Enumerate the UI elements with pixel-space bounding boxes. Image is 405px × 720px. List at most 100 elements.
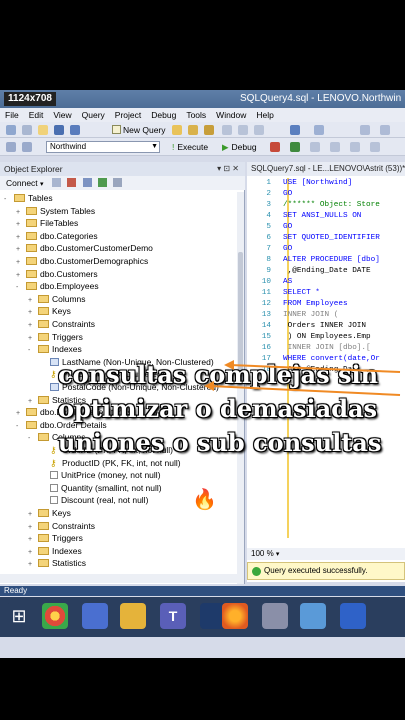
redo-icon[interactable] [314, 125, 324, 135]
menu-project[interactable]: Project [110, 108, 146, 122]
summary-icon[interactable] [113, 178, 123, 187]
code-line: 8 ALTER PROCEDURE [dbo] [247, 255, 405, 266]
menu-file[interactable]: File [0, 108, 24, 122]
code-text: GO [283, 190, 293, 198]
tree-node[interactable]: + Triggers [28, 331, 83, 343]
db-query-icon[interactable] [172, 125, 182, 135]
database-select[interactable]: Northwind ▼ [46, 141, 160, 153]
disconnect-icon[interactable] [51, 178, 61, 187]
menu-help[interactable]: Help [251, 108, 278, 122]
collapse-icon[interactable]: - [4, 194, 12, 206]
menu-debug[interactable]: Debug [146, 108, 181, 122]
expand-icon[interactable]: + [28, 559, 36, 571]
new-query-button[interactable]: New Query [112, 124, 166, 136]
stop-icon[interactable] [270, 142, 280, 152]
tree-node-label: Indexes [52, 545, 82, 556]
query-tab[interactable]: SQLQuery7.sql - LE...LENOVO\Astrit (53))… [247, 162, 405, 176]
tree-node[interactable]: + Keys [28, 305, 71, 317]
toolbar-overflow-icon[interactable] [380, 125, 390, 135]
save-all-icon[interactable] [70, 125, 80, 135]
debug-button[interactable]: ▶ Debug [222, 141, 257, 153]
app2-icon[interactable] [300, 603, 326, 629]
tree-node[interactable]: - Tables [4, 192, 53, 204]
line-number: 13 [261, 311, 271, 319]
connect-dropdown-icon[interactable]: ▾ [40, 181, 44, 188]
parse-icon[interactable] [290, 142, 300, 152]
stop-icon[interactable] [67, 178, 77, 187]
zoom-level[interactable]: 100 % ▾ [247, 548, 405, 560]
collapse-icon[interactable]: - [16, 282, 24, 294]
open-file-icon[interactable] [38, 125, 48, 135]
tree-node-label: Quantity (smallint, not null) [61, 482, 162, 493]
tree-node[interactable]: + Triggers [28, 532, 83, 544]
windows-start-icon[interactable]: ⊞ [6, 603, 32, 629]
tree-node[interactable]: + Constraints [28, 318, 95, 330]
display-plan-icon[interactable] [310, 142, 320, 152]
tree-node-label: UnitPrice (money, not null) [61, 470, 161, 481]
horizontal-scrollbar[interactable] [0, 574, 240, 583]
menu-query[interactable]: Query [77, 108, 110, 122]
menu-window[interactable]: Window [211, 108, 251, 122]
tree-node[interactable]: - Indexes [28, 343, 82, 355]
tree-node[interactable]: Quantity (smallint, not null) [40, 482, 162, 494]
folder-icon[interactable] [120, 603, 146, 629]
save-icon[interactable] [54, 125, 64, 135]
folder-icon [26, 231, 37, 240]
collapse-icon[interactable]: - [16, 421, 24, 433]
code-text: SET ANSI_NULLS ON [283, 212, 362, 220]
tree-node[interactable]: + Columns [28, 293, 86, 305]
tree-node-label: Indexes [52, 344, 82, 355]
success-icon [252, 567, 261, 576]
connect-button[interactable]: Connect [6, 178, 38, 188]
refresh-icon[interactable] [98, 178, 108, 187]
tree-node[interactable]: - dbo.Employees [16, 280, 99, 292]
code-line: 13 INNER JOIN ( [247, 310, 405, 321]
change-connection-icon[interactable] [22, 142, 32, 152]
execute-label: Execute [177, 142, 209, 152]
tree-node[interactable]: + Constraints [28, 520, 95, 532]
collapse-icon[interactable]: - [28, 345, 36, 357]
tree-node[interactable]: + System Tables [16, 205, 95, 217]
tree-node[interactable]: + dbo.Customers [16, 268, 98, 280]
tree-node[interactable]: + dbo.Categories [16, 230, 98, 242]
menu-tools[interactable]: Tools [181, 108, 211, 122]
tree-node[interactable]: + Keys [28, 507, 71, 519]
query-options-icon[interactable] [330, 142, 340, 152]
word-icon[interactable] [340, 603, 366, 629]
chrome-icon[interactable] [42, 603, 68, 629]
tree-node[interactable]: Discount (real, not null) [40, 494, 148, 506]
paste-icon[interactable] [254, 125, 264, 135]
tree-node[interactable]: + dbo.CustomerDemographics [16, 255, 148, 267]
comment-icon[interactable] [370, 142, 380, 152]
cut-icon[interactable] [222, 125, 232, 135]
execute-button[interactable]: ! Execute [172, 141, 208, 153]
filter-icon[interactable] [82, 178, 92, 187]
code-text: SELECT * [283, 289, 320, 297]
tree-node[interactable]: + FileTables [16, 217, 78, 229]
object-explorer-header: Object Explorer ▾ ⊡ ✕ [0, 162, 245, 176]
teams-icon[interactable]: T [160, 603, 186, 629]
copy-icon[interactable] [238, 125, 248, 135]
undo-icon[interactable] [290, 125, 300, 135]
ssms-icon[interactable] [262, 603, 288, 629]
new-project-icon[interactable] [22, 125, 32, 135]
tree-node[interactable]: + dbo.CustomerCustomerDemo [16, 242, 153, 254]
tree-node-label: dbo.Customers [40, 268, 98, 279]
back-icon[interactable] [6, 125, 16, 135]
connect-icon[interactable] [6, 142, 16, 152]
firefox-icon[interactable] [222, 603, 248, 629]
results-grid-icon[interactable] [350, 142, 360, 152]
menu-view[interactable]: View [48, 108, 76, 122]
collapse-icon[interactable]: - [28, 433, 36, 445]
panel-controls[interactable]: ▾ ⊡ ✕ [217, 162, 239, 176]
app-icon[interactable] [82, 603, 108, 629]
analysis-query-icon[interactable] [188, 125, 198, 135]
tree-node[interactable]: + Statistics [28, 557, 86, 569]
activity-monitor-icon[interactable] [360, 125, 370, 135]
code-line: 4 SET ANSI_NULLS ON [247, 211, 405, 222]
menu-edit[interactable]: Edit [24, 108, 49, 122]
mdx-query-icon[interactable] [204, 125, 214, 135]
fire-emoji: 🔥 [192, 489, 217, 511]
tree-node[interactable]: UnitPrice (money, not null) [40, 469, 161, 481]
tree-node[interactable]: + Indexes [28, 545, 82, 557]
